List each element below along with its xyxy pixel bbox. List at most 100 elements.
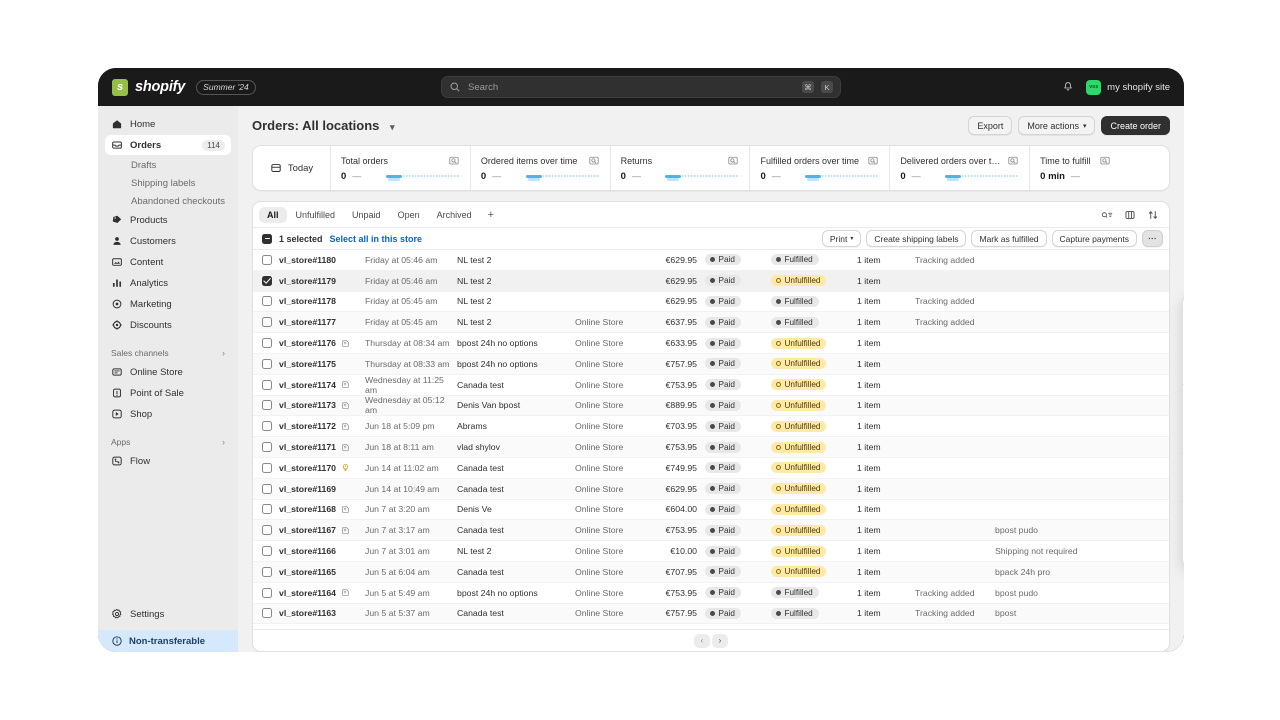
sidebar-item-products[interactable]: Products	[105, 210, 231, 230]
row-checkbox-cell[interactable]	[262, 338, 279, 349]
row-checkbox[interactable]	[262, 338, 272, 349]
bell-icon[interactable]	[1062, 81, 1074, 93]
order-id[interactable]: vl_store#1165	[279, 567, 341, 577]
order-id[interactable]: vl_store#1167	[279, 525, 341, 535]
table-row[interactable]: vl_store#1175 Thursday at 08:33 am bpost 2…	[253, 353, 1169, 375]
row-checkbox-cell[interactable]	[262, 400, 279, 411]
table-row[interactable]: vl_store#1166 Jun 7 at 3:01 am NL test 2 On…	[253, 541, 1169, 562]
brand[interactable]: s shopify Summer '24	[112, 78, 256, 96]
sidebar-item-customers[interactable]: Customers	[105, 231, 231, 251]
menu-item-bpost-print-label[interactable]: bpost print label	[1183, 542, 1184, 563]
sidebar-item-abandoned-checkouts[interactable]: Abandoned checkouts	[105, 192, 231, 210]
capture-payments-button[interactable]: Capture payments	[1051, 230, 1137, 247]
add-tab-button[interactable]: +	[481, 208, 501, 222]
order-id[interactable]: vl_store#1163	[279, 608, 341, 618]
order-id[interactable]: vl_store#1164	[279, 588, 341, 598]
menu-item-run-flow-automation[interactable]: Run Flow automation	[1183, 522, 1184, 543]
row-checkbox[interactable]	[262, 400, 272, 411]
sidebar-item-home[interactable]: Home	[105, 114, 231, 134]
create-order-button[interactable]: Create order	[1101, 116, 1170, 135]
more-actions-button[interactable]: More actions ▾	[1018, 116, 1096, 135]
select-all-checkbox[interactable]	[262, 233, 272, 244]
row-checkbox-cell[interactable]	[262, 358, 279, 369]
table-row[interactable]: vl_store#1173 Wednesday at 05:12 am Denis …	[253, 395, 1169, 417]
row-checkbox-cell[interactable]	[262, 566, 279, 577]
table-row[interactable]: vl_store#1172 Jun 18 at 5:09 pm Abrams Onli…	[253, 416, 1169, 438]
sidebar-item-analytics[interactable]: Analytics	[105, 273, 231, 293]
row-checkbox[interactable]	[262, 504, 272, 515]
row-checkbox[interactable]	[262, 608, 272, 619]
order-id[interactable]: vl_store#1174	[279, 380, 341, 390]
select-all-in-store-link[interactable]: Select all in this store	[330, 234, 423, 244]
row-checkbox-cell[interactable]	[262, 442, 279, 453]
row-checkbox-cell[interactable]	[262, 504, 279, 515]
next-page-button[interactable]: ›	[712, 633, 728, 648]
row-checkbox-cell[interactable]	[262, 525, 279, 536]
order-id[interactable]: vl_store#1175	[279, 359, 341, 369]
table-row[interactable]: vl_store#1170 Jun 14 at 11:02 am Canada te…	[253, 458, 1169, 479]
row-checkbox[interactable]	[262, 421, 272, 432]
row-checkbox-cell[interactable]	[262, 379, 279, 390]
search-filter-button[interactable]	[1097, 206, 1117, 223]
order-id[interactable]: vl_store#1179	[279, 276, 341, 286]
sales-channels-header[interactable]: Sales channels ›	[105, 344, 231, 362]
sidebar-item-orders[interactable]: Orders 114	[105, 135, 231, 155]
sidebar-item-online-store[interactable]: Online Store	[105, 362, 231, 382]
row-checkbox[interactable]	[262, 379, 272, 390]
row-checkbox-cell[interactable]	[262, 587, 279, 598]
table-row[interactable]: vl_store#1174 Wednesday at 11:25 am Canada…	[253, 375, 1169, 396]
order-id[interactable]: vl_store#1168	[279, 504, 341, 514]
table-row[interactable]: vl_store#1177 Friday at 05:45 am NL test 2…	[253, 312, 1169, 334]
metric-card-time-to-fulfill[interactable]: Time to fulfill 0 min —	[1030, 146, 1169, 190]
chevron-down-icon[interactable]: ▾	[390, 122, 395, 132]
row-checkbox-cell[interactable]	[262, 546, 279, 557]
row-checkbox[interactable]	[262, 317, 272, 328]
sidebar-item-content[interactable]: Content	[105, 252, 231, 272]
row-checkbox-cell[interactable]	[262, 254, 279, 265]
order-id[interactable]: vl_store#1180	[279, 255, 341, 265]
table-row[interactable]: vl_store#1168 Jun 7 at 3:20 am Denis Ve Onl…	[253, 500, 1169, 521]
row-checkbox-cell[interactable]	[262, 275, 279, 286]
row-checkbox[interactable]	[262, 483, 272, 494]
sidebar-item-discounts[interactable]: Discounts	[105, 315, 231, 335]
menu-item-cancel-orders[interactable]: Cancel orders	[1183, 429, 1184, 450]
table-row[interactable]: vl_store#1180 Friday at 05:46 am NL test 2…	[253, 250, 1169, 271]
table-row[interactable]: vl_store#1171 Jun 18 at 8:11 am vlad shylo…	[253, 437, 1169, 458]
row-checkbox-cell[interactable]	[262, 296, 279, 307]
order-id[interactable]: vl_store#1171	[279, 442, 341, 452]
metric-card-ordered-items-over-time[interactable]: Ordered items over time 0 —	[471, 146, 611, 190]
export-button[interactable]: Export	[968, 116, 1013, 135]
metric-card-total-orders[interactable]: Total orders 0 —	[331, 146, 471, 190]
sidebar-item-flow[interactable]: Flow	[105, 451, 231, 471]
table-row[interactable]: vl_store#1178 Friday at 05:45 am NL test 2…	[253, 292, 1169, 313]
apps-header[interactable]: Apps ›	[105, 433, 231, 451]
row-checkbox-cell[interactable]	[262, 421, 279, 432]
sort-button[interactable]	[1143, 206, 1163, 223]
row-checkbox-cell[interactable]	[262, 608, 279, 619]
row-checkbox[interactable]	[262, 275, 272, 286]
metric-card-fulfilled-orders-over-time[interactable]: Fulfilled orders over time 0 —	[750, 146, 891, 190]
row-checkbox[interactable]	[262, 587, 272, 598]
menu-item-unarchive-orders[interactable]: Unarchive orders	[1183, 409, 1184, 430]
table-row[interactable]: vl_store#1163 Jun 5 at 5:37 am Canada test…	[253, 603, 1169, 625]
order-id[interactable]: vl_store#1173	[279, 400, 341, 410]
account-menu[interactable]: vss my shopify site	[1086, 79, 1170, 95]
menu-item-mark-as-unfulfilled[interactable]: Mark as unfulfilled	[1183, 340, 1184, 361]
menu-item-archive-orders[interactable]: Archive orders	[1183, 388, 1184, 409]
row-checkbox[interactable]	[262, 254, 272, 265]
order-id[interactable]: vl_store#1177	[279, 317, 341, 327]
order-id[interactable]: vl_store#1176	[279, 338, 341, 348]
row-checkbox-cell[interactable]	[262, 317, 279, 328]
metric-card-returns[interactable]: Returns 0 —	[611, 146, 751, 190]
menu-item-add-tags[interactable]: Add tags	[1183, 457, 1184, 478]
tab-open[interactable]: Open	[390, 207, 428, 223]
menu-item-remove-tags[interactable]: Remove tags	[1183, 477, 1184, 498]
row-checkbox[interactable]	[262, 525, 272, 536]
row-checkbox[interactable]	[262, 442, 272, 453]
more-bulk-actions-button[interactable]: ⋯	[1142, 230, 1163, 247]
columns-button[interactable]	[1120, 206, 1140, 223]
row-checkbox[interactable]	[262, 462, 272, 473]
order-id[interactable]: vl_store#1172	[279, 421, 341, 431]
non-transferable-banner[interactable]: Non-transferable	[98, 630, 238, 652]
search-input[interactable]: Search ⌘ K	[441, 76, 841, 98]
